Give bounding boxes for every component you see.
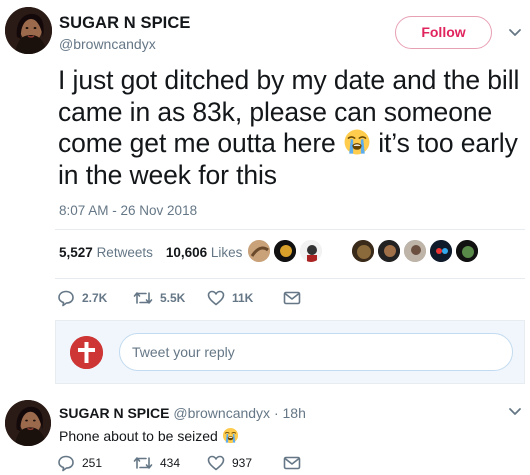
reply-author: SUGAR N SPICE @browncandyx · 18h	[59, 405, 306, 421]
liker-avatar[interactable]	[325, 239, 349, 263]
retweets-stat[interactable]: 5,527 Retweets	[59, 245, 153, 260]
timestamp[interactable]: 8:07 AM - 26 Nov 2018	[59, 203, 197, 218]
heart-icon	[207, 455, 225, 471]
envelope-icon	[283, 291, 301, 305]
avatar[interactable]	[5, 7, 52, 54]
liker-avatar[interactable]	[273, 239, 297, 263]
liker-avatar[interactable]	[299, 239, 323, 263]
reply-composer: Tweet your reply	[55, 320, 525, 384]
reply-count: 2.7K	[82, 291, 108, 305]
divider	[55, 278, 525, 279]
retweet-icon	[133, 457, 153, 469]
direct-message-action[interactable]	[283, 287, 308, 309]
follow-button[interactable]: Follow	[395, 16, 492, 49]
tweet-stats: 5,527 Retweets 10,606 Likes	[59, 245, 242, 260]
user-avatar[interactable]	[70, 336, 103, 369]
liker-avatar[interactable]	[403, 239, 427, 263]
liker-avatar[interactable]	[351, 239, 375, 263]
divider	[55, 229, 525, 230]
avatar[interactable]	[5, 400, 51, 446]
reply-age[interactable]: 18h	[283, 405, 306, 421]
liker-avatar[interactable]	[455, 239, 479, 263]
reply-action[interactable]: 2.7K	[57, 287, 107, 309]
reply-display-name[interactable]: SUGAR N SPICE	[59, 405, 169, 421]
retweet-count: 5.5K	[160, 291, 186, 305]
reply-action-bar: 251 434 937	[57, 452, 317, 474]
tweet-text: I just got ditched by my date and the bi…	[58, 65, 528, 191]
reply-handle[interactable]: @browncandyx	[173, 405, 270, 421]
action-bar: 2.7K 5.5K 11K	[57, 287, 317, 309]
loudly-crying-face-icon	[344, 129, 370, 155]
like-count: 11K	[232, 291, 254, 305]
retweets-count: 5,527	[59, 245, 93, 260]
handle[interactable]: @browncandyx	[59, 36, 156, 52]
retweets-label: Retweets	[96, 245, 153, 260]
chevron-down-icon[interactable]	[508, 28, 522, 38]
reply-input[interactable]: Tweet your reply	[119, 333, 513, 371]
reply-icon	[58, 290, 74, 307]
likes-count: 10,606	[165, 245, 208, 260]
reply-text: Phone about to be seized	[59, 427, 239, 444]
envelope-icon	[283, 456, 301, 470]
like-count: 937	[232, 456, 253, 470]
display-name[interactable]: SUGAR N SPICE	[59, 14, 191, 33]
liker-avatar[interactable]	[247, 239, 271, 263]
likes-label: Likes	[210, 245, 243, 260]
direct-message-action[interactable]	[283, 452, 308, 474]
reply-count: 251	[82, 456, 103, 470]
heart-icon	[207, 290, 225, 306]
likes-stat[interactable]: 10,606 Likes	[166, 245, 243, 260]
chevron-down-icon[interactable]	[508, 407, 522, 417]
reply-icon	[58, 455, 74, 472]
tweet-header: SUGAR N SPICE @browncandyx Follow	[0, 0, 530, 60]
reply-separator: ·	[270, 405, 283, 421]
liker-avatar[interactable]	[377, 239, 401, 263]
liker-avatar[interactable]	[429, 239, 453, 263]
reply-text-body: Phone about to be seized	[59, 428, 222, 444]
retweet-count: 434	[160, 456, 181, 470]
loudly-crying-face-icon	[222, 427, 238, 444]
retweet-action[interactable]: 434	[133, 452, 180, 474]
like-action[interactable]: 11K	[207, 287, 253, 309]
retweet-action[interactable]: 5.5K	[133, 287, 185, 309]
reply-action[interactable]: 251	[57, 452, 102, 474]
retweet-icon	[133, 292, 153, 304]
like-action[interactable]: 937	[207, 452, 252, 474]
